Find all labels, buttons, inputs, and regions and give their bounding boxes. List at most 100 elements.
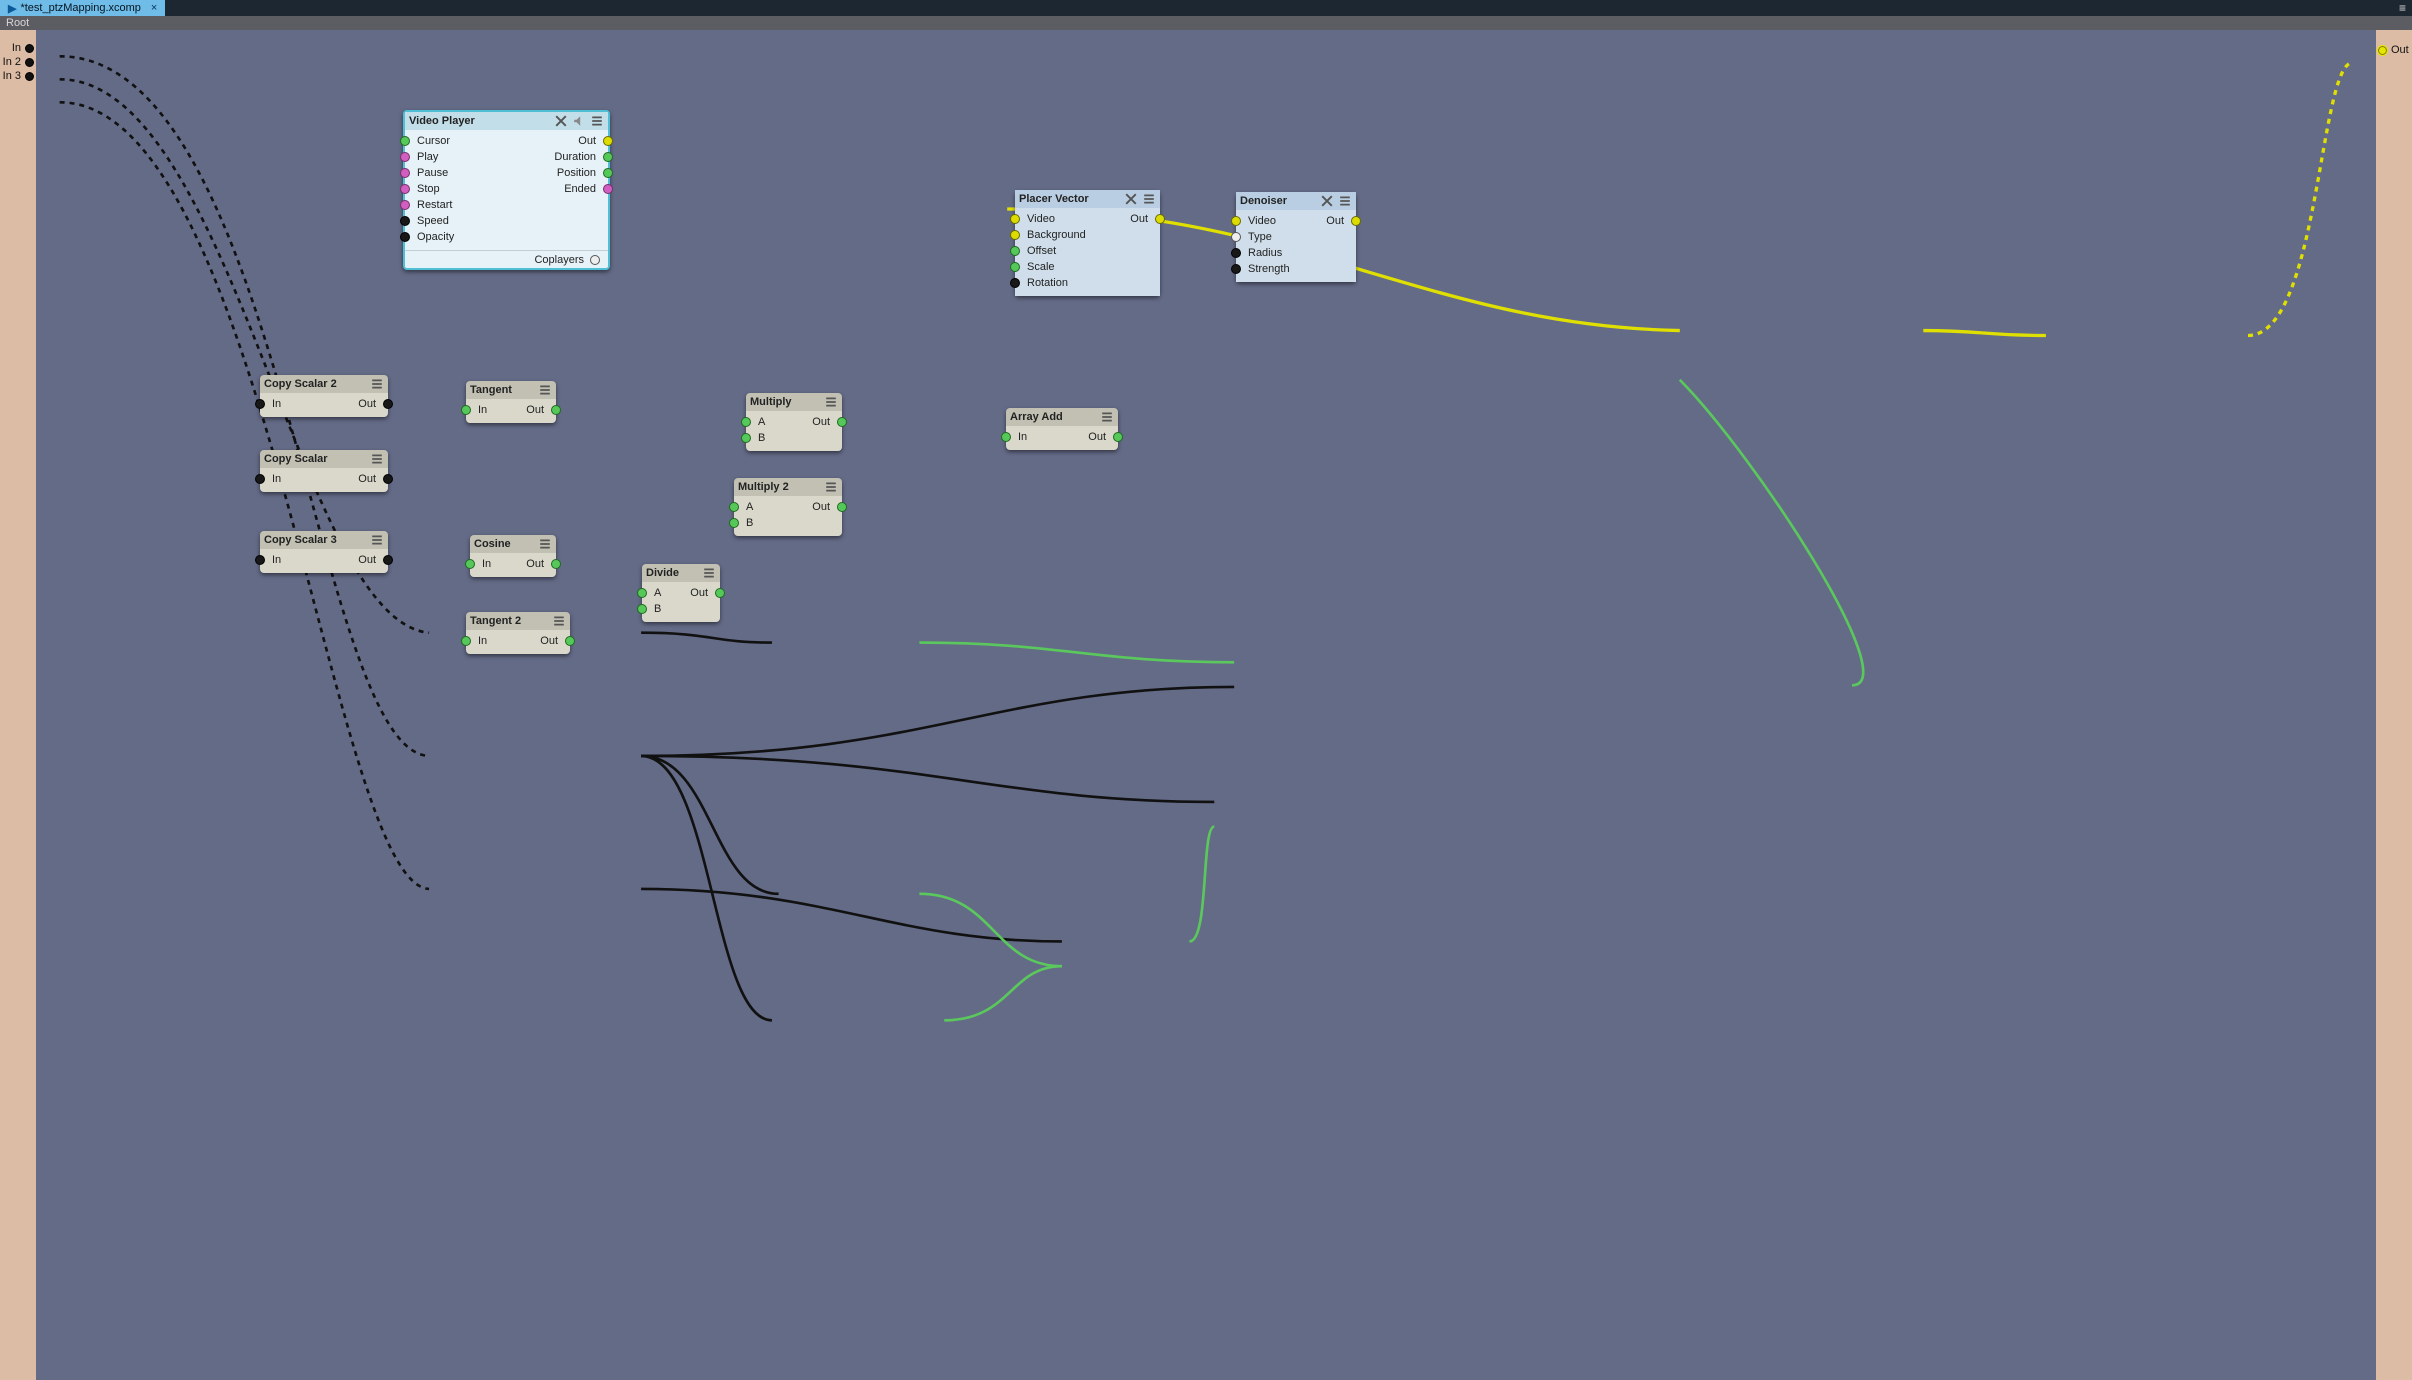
node-copy-scalar-2[interactable]: Copy Scalar 2 InOut [260, 375, 388, 417]
rail-in-3[interactable]: In 3 [2, 70, 34, 82]
input-port[interactable] [1001, 432, 1011, 442]
input-port[interactable] [1010, 230, 1020, 240]
input-port[interactable] [400, 200, 410, 210]
close-icon[interactable] [554, 114, 568, 128]
input-port[interactable] [729, 518, 739, 528]
output-port[interactable] [383, 399, 393, 409]
input-port[interactable] [1231, 248, 1241, 258]
output-port[interactable] [837, 417, 847, 427]
input-port[interactable] [637, 604, 647, 614]
list-icon[interactable] [552, 614, 566, 628]
input-port[interactable] [1010, 214, 1020, 224]
output-port[interactable] [1113, 432, 1123, 442]
input-port[interactable] [400, 136, 410, 146]
input-port[interactable] [741, 433, 751, 443]
input-port[interactable] [255, 399, 265, 409]
input-port[interactable] [1231, 232, 1241, 242]
list-icon[interactable] [538, 537, 552, 551]
list-icon[interactable] [370, 452, 384, 466]
rail-in-1[interactable]: In [2, 42, 34, 54]
node-title-bar[interactable]: Video Player [405, 112, 608, 130]
input-port[interactable] [400, 168, 410, 178]
input-port[interactable] [1231, 264, 1241, 274]
output-port[interactable] [383, 474, 393, 484]
node-title-bar[interactable]: Tangent [466, 381, 556, 399]
input-port[interactable] [255, 555, 265, 565]
input-port[interactable] [465, 559, 475, 569]
list-icon[interactable] [370, 533, 384, 547]
input-port[interactable] [1231, 216, 1241, 226]
input-port[interactable] [461, 636, 471, 646]
output-port[interactable] [715, 588, 725, 598]
node-title-bar[interactable]: Array Add [1006, 408, 1118, 426]
node-copy-scalar-3[interactable]: Copy Scalar 3 InOut [260, 531, 388, 573]
input-port[interactable] [741, 417, 751, 427]
output-port[interactable] [603, 136, 613, 146]
output-port[interactable] [551, 559, 561, 569]
list-icon[interactable] [1100, 410, 1114, 424]
node-title-bar[interactable]: Multiply [746, 393, 842, 411]
node-tangent-2[interactable]: Tangent 2 InOut [466, 612, 570, 654]
node-title-bar[interactable]: Copy Scalar 2 [260, 375, 388, 393]
output-port[interactable] [590, 255, 600, 265]
node-title-bar[interactable]: Divide [642, 564, 720, 582]
list-icon[interactable] [702, 566, 716, 580]
input-port[interactable] [400, 184, 410, 194]
node-multiply-2[interactable]: Multiply 2 AOut B [734, 478, 842, 536]
port-dot[interactable] [2378, 46, 2387, 55]
port-dot[interactable] [25, 72, 34, 81]
list-icon[interactable] [370, 377, 384, 391]
rail-in-2[interactable]: In 2 [2, 56, 34, 68]
node-denoiser[interactable]: Denoiser VideoOut Type Radius Strength [1236, 192, 1356, 282]
input-port[interactable] [1010, 278, 1020, 288]
output-port[interactable] [565, 636, 575, 646]
list-icon[interactable] [590, 114, 604, 128]
node-placer-vector[interactable]: Placer Vector VideoOut Background Offset… [1015, 190, 1160, 296]
node-array-add[interactable]: Array Add InOut [1006, 408, 1118, 450]
node-copy-scalar[interactable]: Copy Scalar InOut [260, 450, 388, 492]
output-port[interactable] [603, 168, 613, 178]
output-port[interactable] [603, 152, 613, 162]
hamburger-icon[interactable]: ≡ [2399, 1, 2406, 15]
output-port[interactable] [837, 502, 847, 512]
node-title-bar[interactable]: Multiply 2 [734, 478, 842, 496]
node-title-bar[interactable]: Denoiser [1236, 192, 1356, 210]
input-port[interactable] [729, 502, 739, 512]
list-icon[interactable] [538, 383, 552, 397]
node-tangent[interactable]: Tangent InOut [466, 381, 556, 423]
breadcrumb[interactable]: Root [0, 16, 2412, 30]
node-title-bar[interactable]: Cosine [470, 535, 556, 553]
list-icon[interactable] [824, 395, 838, 409]
node-cosine[interactable]: Cosine InOut [470, 535, 556, 577]
port-dot[interactable] [25, 44, 34, 53]
speaker-icon[interactable] [572, 114, 586, 128]
input-port[interactable] [255, 474, 265, 484]
document-tab[interactable]: ▶ *test_ptzMapping.xcomp × [0, 0, 165, 16]
output-port[interactable] [383, 555, 393, 565]
output-port[interactable] [1351, 216, 1361, 226]
input-port[interactable] [400, 216, 410, 226]
close-icon[interactable]: × [151, 2, 157, 14]
input-port[interactable] [1010, 246, 1020, 256]
close-icon[interactable] [1320, 194, 1334, 208]
node-video-player[interactable]: Video Player CursorOut PlayDuration Paus… [403, 110, 610, 270]
output-port[interactable] [1155, 214, 1165, 224]
node-title-bar[interactable]: Copy Scalar [260, 450, 388, 468]
output-port[interactable] [603, 184, 613, 194]
node-title-bar[interactable]: Tangent 2 [466, 612, 570, 630]
rail-out[interactable]: Out [2378, 44, 2410, 56]
input-port[interactable] [461, 405, 471, 415]
input-port[interactable] [637, 588, 647, 598]
list-icon[interactable] [1338, 194, 1352, 208]
node-multiply[interactable]: Multiply AOut B [746, 393, 842, 451]
input-port[interactable] [400, 232, 410, 242]
node-title-bar[interactable]: Placer Vector [1015, 190, 1160, 208]
list-icon[interactable] [824, 480, 838, 494]
input-port[interactable] [1010, 262, 1020, 272]
node-title-bar[interactable]: Copy Scalar 3 [260, 531, 388, 549]
input-port[interactable] [400, 152, 410, 162]
node-divide[interactable]: Divide AOut B [642, 564, 720, 622]
close-icon[interactable] [1124, 192, 1138, 206]
port-dot[interactable] [25, 58, 34, 67]
node-canvas[interactable]: In In 2 In 3 Out [0, 30, 2412, 1380]
